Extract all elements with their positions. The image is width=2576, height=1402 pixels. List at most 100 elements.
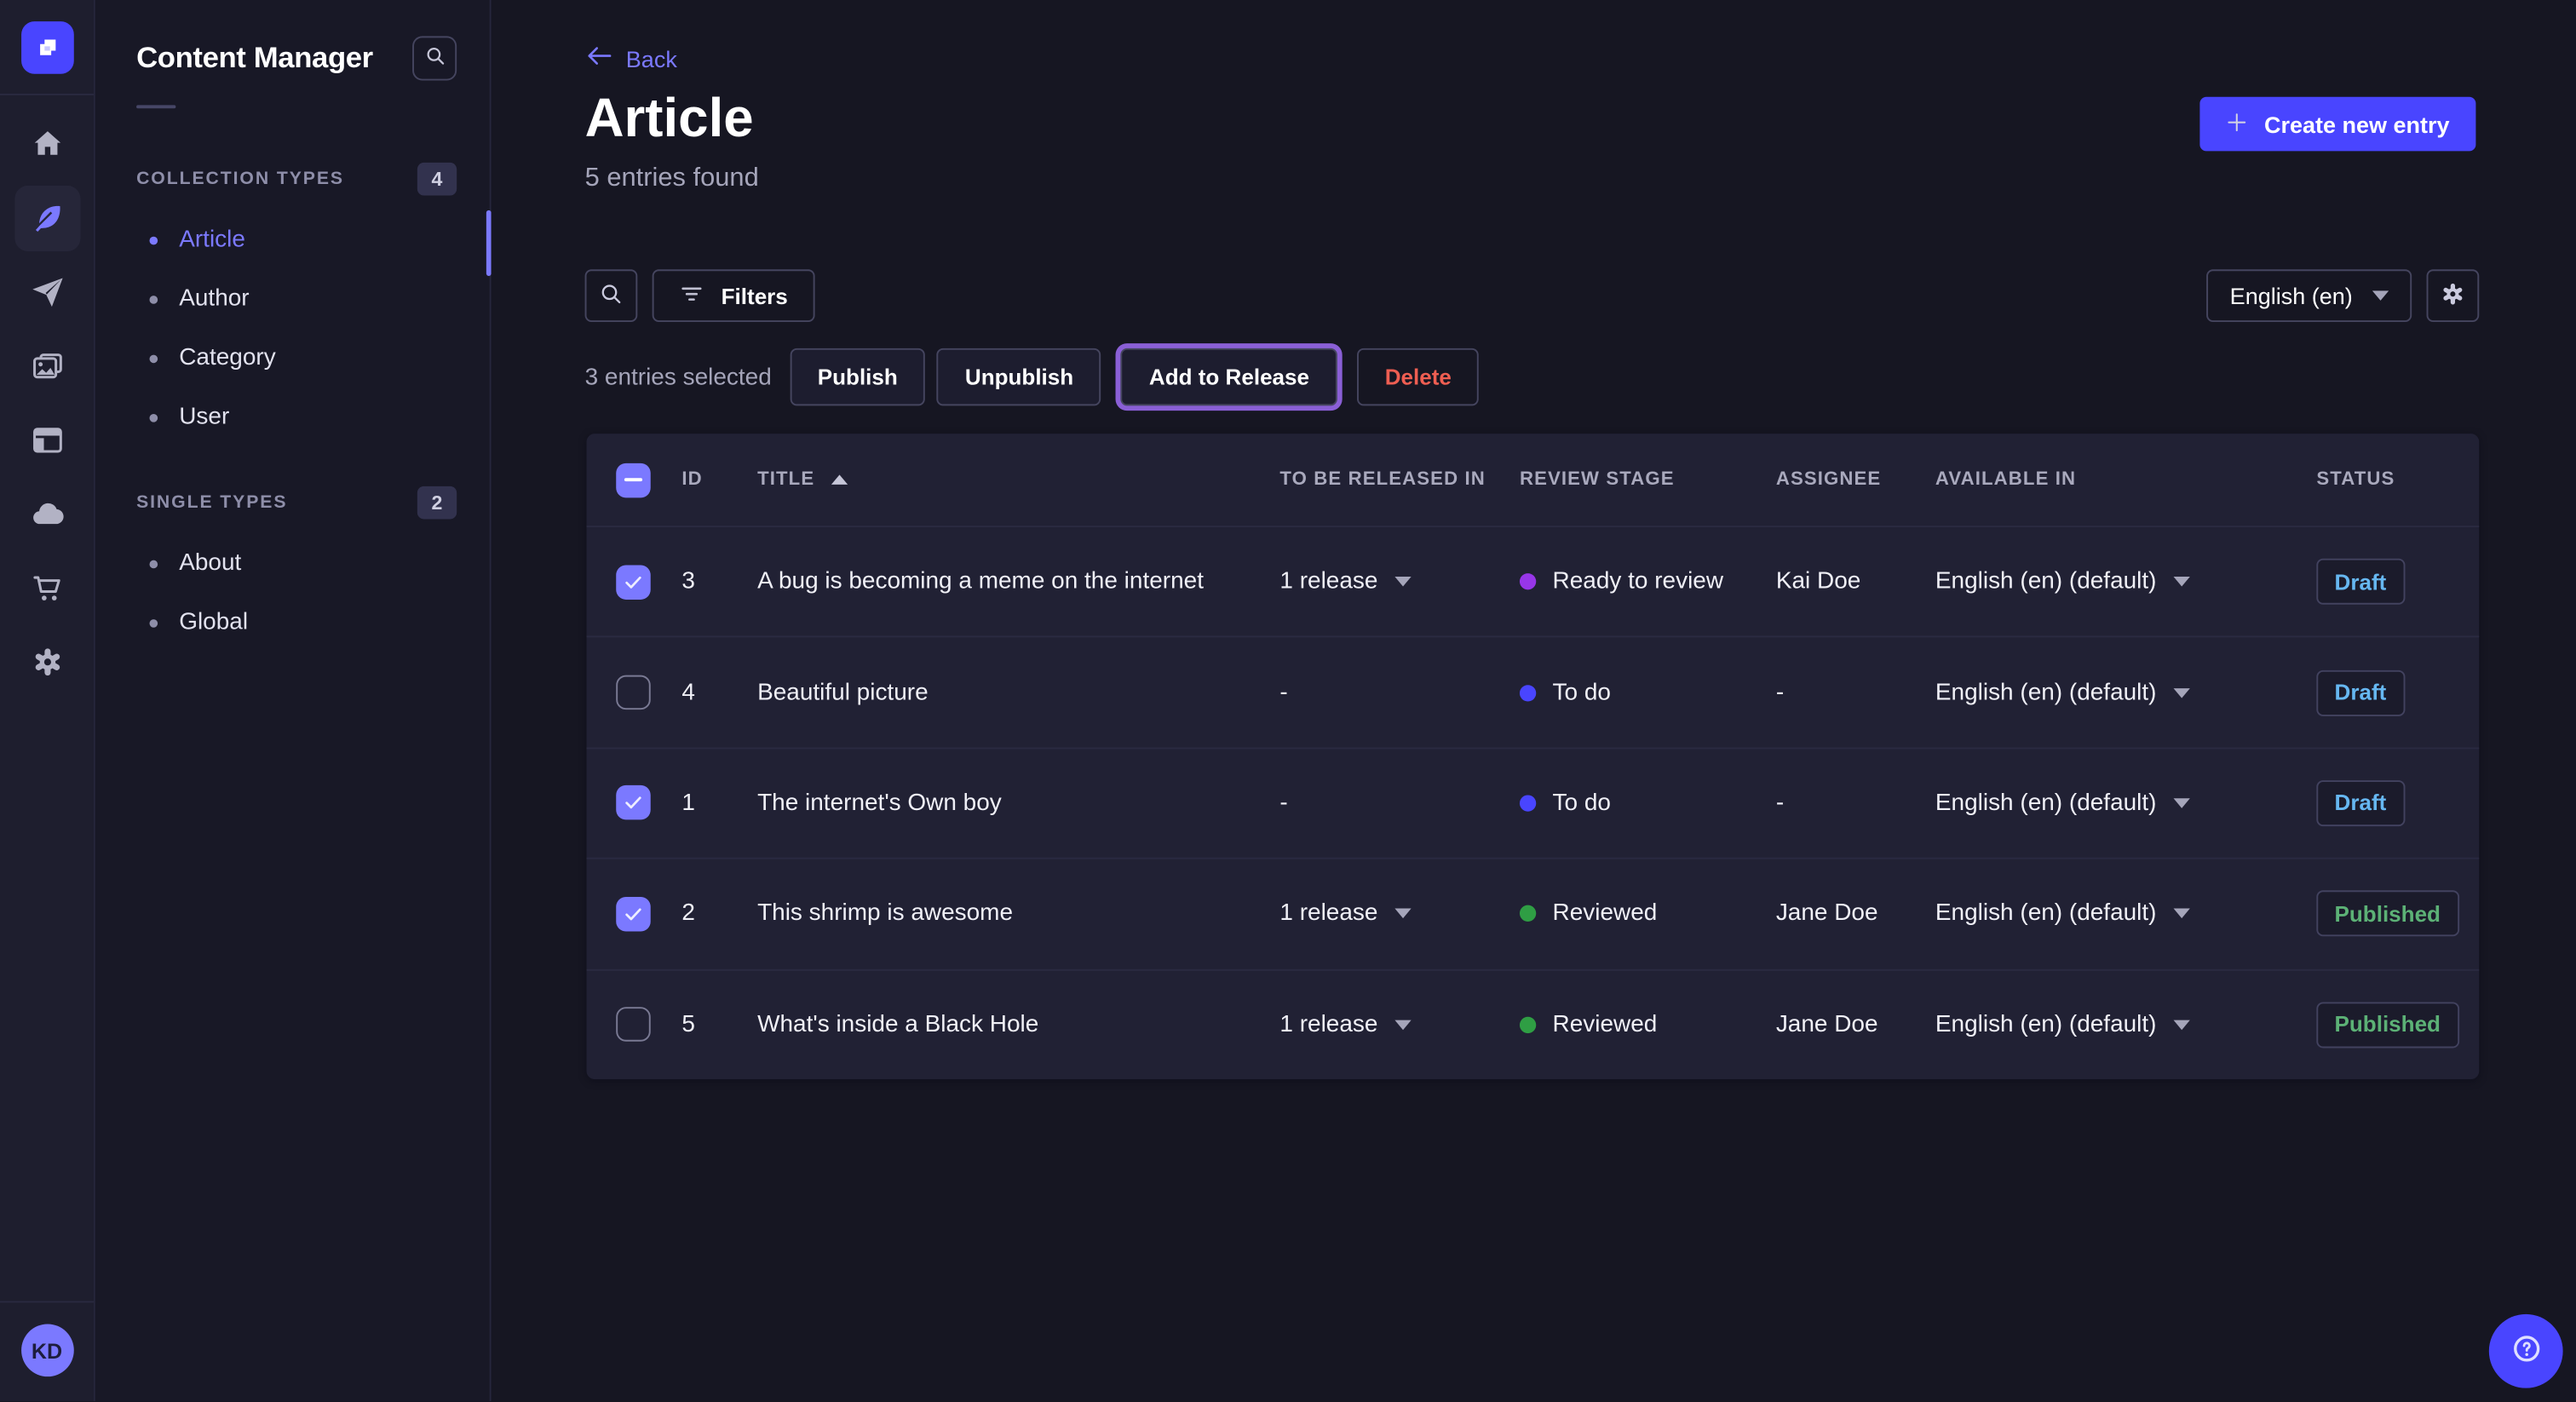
view-settings-button[interactable]: [2427, 269, 2480, 322]
cell-available-in: English (en) (default): [1925, 680, 2297, 706]
releases-paper-plane-icon[interactable]: [14, 260, 79, 325]
locale-caret-icon[interactable]: [2173, 798, 2189, 808]
create-new-entry-button[interactable]: Create new entry: [2200, 97, 2476, 152]
selected-count-text: 3 entries selected: [585, 364, 772, 390]
cell-review-stage: Ready to review: [1509, 569, 1766, 595]
indeterminate-dash-icon: [624, 478, 642, 482]
rail-bottom: KD: [0, 1301, 94, 1401]
search-icon: [598, 280, 624, 312]
sidebar-item-about[interactable]: About: [95, 534, 490, 593]
content-type-builder-layout-icon[interactable]: [14, 407, 79, 473]
publish-button[interactable]: Publish: [790, 348, 926, 406]
locale-caret-icon[interactable]: [2173, 687, 2189, 698]
row-checkbox[interactable]: [616, 675, 651, 710]
locale-caret-icon[interactable]: [2173, 909, 2189, 919]
bullet-icon: [150, 354, 158, 363]
delete-button[interactable]: Delete: [1357, 348, 1480, 406]
table-row[interactable]: 1 The internet's Own boy - To do - Engli…: [587, 747, 2480, 858]
cell-title: Beautiful picture: [748, 680, 1270, 706]
sidebar-search-button[interactable]: [412, 36, 457, 80]
status-badge: Published: [2316, 891, 2458, 937]
sidebar-item-label: Article: [179, 227, 245, 253]
review-stage-dot: [1520, 573, 1536, 589]
review-stage-label: To do: [1553, 680, 1611, 706]
locale-label: English (en) (default): [1935, 1012, 2157, 1038]
sidebar-item-user[interactable]: User: [95, 388, 490, 446]
media-library-images-icon[interactable]: [14, 334, 79, 399]
row-checkbox[interactable]: [616, 1008, 651, 1043]
locale-caret-icon[interactable]: [2173, 1020, 2189, 1030]
unpublish-button[interactable]: Unpublish: [937, 348, 1101, 406]
table-row[interactable]: 2 This shrimp is awesome 1 release Revie…: [587, 858, 2480, 968]
locale-caret-icon[interactable]: [2173, 577, 2189, 587]
section-items: Article Author Category User: [95, 210, 490, 447]
bullet-icon: [150, 618, 158, 627]
column-header-released[interactable]: TO BE RELEASED IN: [1270, 470, 1510, 490]
cell-title: The internet's Own boy: [748, 790, 1270, 817]
review-stage-dot: [1520, 795, 1536, 811]
back-label: Back: [626, 45, 677, 72]
cell-available-in: English (en) (default): [1925, 790, 2297, 817]
home-icon[interactable]: [14, 112, 79, 177]
section-label: COLLECTION TYPES: [136, 170, 344, 189]
row-checkbox[interactable]: [616, 786, 651, 821]
filters-label: Filters: [722, 284, 788, 308]
cloud-icon[interactable]: [14, 481, 79, 547]
cell-available-in: English (en) (default): [1925, 901, 2297, 928]
cell-assignee: Jane Doe: [1766, 901, 1925, 928]
back-link[interactable]: Back: [585, 43, 677, 74]
sidebar-item-article[interactable]: Article: [95, 210, 490, 269]
section-label: SINGLE TYPES: [136, 493, 287, 513]
rail-divider-bottom: [0, 1301, 94, 1302]
table-row[interactable]: 4 Beautiful picture - To do - English (e…: [587, 636, 2480, 747]
marketplace-cart-icon[interactable]: [14, 555, 79, 621]
cell-review-stage: Reviewed: [1509, 901, 1766, 928]
table-row[interactable]: 5 What's inside a Black Hole 1 release R…: [587, 968, 2480, 1079]
sidebar-item-category[interactable]: Category: [95, 329, 490, 388]
cell-title: What's inside a Black Hole: [748, 1012, 1270, 1038]
column-header-status[interactable]: STATUS: [2297, 470, 2479, 490]
content-manager-feather-icon[interactable]: [14, 186, 79, 251]
sidebar-item-author[interactable]: Author: [95, 269, 490, 328]
cell-assignee: -: [1766, 680, 1925, 706]
bullet-icon: [150, 413, 158, 422]
column-header-review-stage[interactable]: REVIEW STAGE: [1509, 470, 1766, 490]
help-button[interactable]: [2489, 1314, 2563, 1388]
cell-assignee: Kai Doe: [1766, 569, 1925, 595]
column-header-title[interactable]: TITLE: [748, 470, 1270, 490]
sidebar-divider: [136, 105, 175, 108]
release-count: 1 release: [1279, 1012, 1377, 1038]
column-header-available-in[interactable]: AVAILABLE IN: [1925, 470, 2297, 490]
row-checkbox[interactable]: [616, 565, 651, 600]
cell-released-in: -: [1270, 790, 1510, 817]
sort-ascending-icon[interactable]: [831, 474, 848, 485]
sidebar-section: COLLECTION TYPES 4 Article Author Catego…: [95, 163, 490, 447]
sidebar-section: SINGLE TYPES 2 About Global: [95, 486, 490, 652]
column-header-assignee[interactable]: ASSIGNEE: [1766, 470, 1925, 490]
section-count-badge: 4: [417, 163, 457, 196]
table-row[interactable]: 3 A bug is becoming a meme on the intern…: [587, 526, 2480, 636]
select-all-checkbox[interactable]: [616, 463, 651, 497]
status-badge: Published: [2316, 1002, 2458, 1048]
release-caret-icon[interactable]: [1394, 577, 1411, 587]
locale-select[interactable]: English (en): [2207, 269, 2412, 322]
add-to-release-button[interactable]: Add to Release: [1121, 348, 1337, 406]
cell-available-in: English (en) (default): [1925, 1012, 2297, 1038]
review-stage-label: Reviewed: [1553, 901, 1658, 928]
table-search-button[interactable]: [585, 269, 638, 322]
release-count: 1 release: [1279, 901, 1377, 928]
strapi-logo-icon[interactable]: [20, 21, 73, 74]
release-caret-icon[interactable]: [1394, 1020, 1411, 1030]
filters-button[interactable]: Filters: [653, 269, 814, 322]
user-avatar[interactable]: KD: [20, 1324, 73, 1376]
release-caret-icon[interactable]: [1394, 909, 1411, 919]
cell-title: A bug is becoming a meme on the internet: [748, 569, 1270, 595]
row-checkbox[interactable]: [616, 897, 651, 932]
cell-title: This shrimp is awesome: [748, 901, 1270, 928]
table-body: 3 A bug is becoming a meme on the intern…: [587, 526, 2480, 1079]
table-header-row: ID TITLE TO BE RELEASED IN REVIEW STAGE …: [587, 434, 2480, 526]
cell-review-stage: To do: [1509, 790, 1766, 817]
sidebar-item-global[interactable]: Global: [95, 593, 490, 652]
column-header-id[interactable]: ID: [672, 470, 748, 490]
settings-gear-icon[interactable]: [14, 629, 79, 695]
